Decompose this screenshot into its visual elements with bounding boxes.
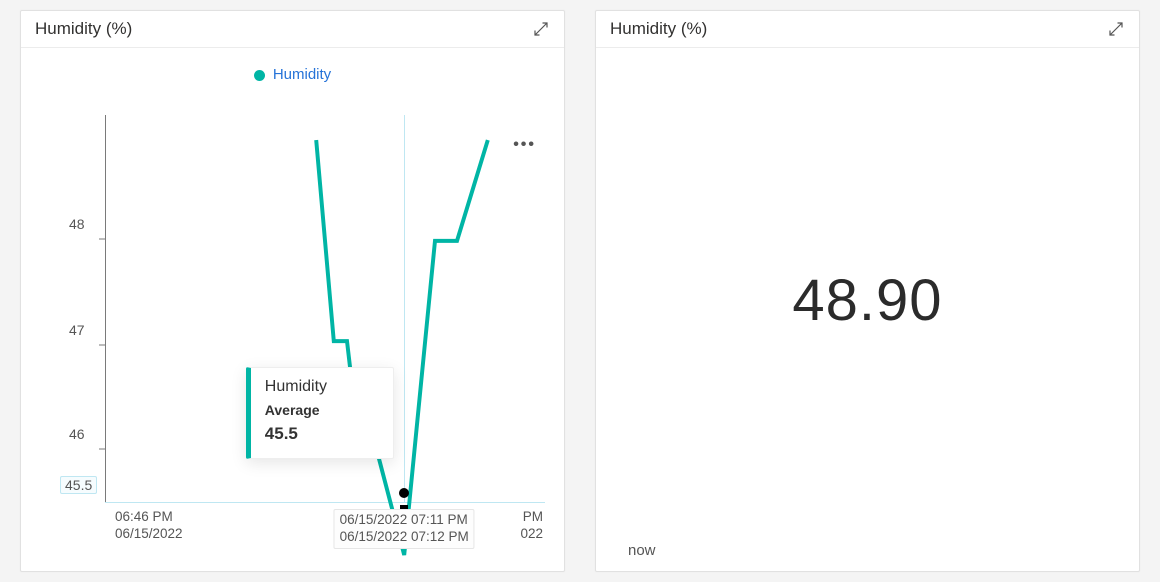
chart-tooltip: Humidity Average 45.5	[246, 367, 394, 459]
plot-area: 46 47 48 45.5	[105, 135, 545, 503]
x-axis-hover-label: 06/15/2022 07:11 PM 06/15/2022 07:12 PM	[334, 509, 475, 549]
legend-dot-icon	[254, 70, 265, 81]
kpi-value: 48.90	[792, 267, 942, 334]
y-tick-label: 46	[69, 426, 85, 442]
expand-icon[interactable]	[1107, 20, 1125, 38]
x-axis-end-fragment: PM 022	[520, 509, 543, 543]
tooltip-metric-label: Average	[265, 402, 375, 418]
series-line	[105, 115, 545, 555]
humidity-kpi-card: Humidity (%) 48.90 now	[595, 10, 1140, 572]
humidity-chart-card: Humidity (%) Humidity ••• 46 47	[20, 10, 565, 572]
legend-series-name: Humidity	[273, 66, 331, 83]
card-title: Humidity (%)	[610, 19, 707, 39]
expand-icon[interactable]	[532, 20, 550, 38]
x-start-time: 06:46 PM	[115, 509, 183, 526]
card-header: Humidity (%)	[21, 11, 564, 48]
kpi-card-body: 48.90 now	[596, 48, 1139, 571]
x-end-frag1: PM	[520, 509, 543, 526]
x-hover-line2: 06/15/2022 07:12 PM	[340, 529, 469, 546]
x-end-frag2: 022	[520, 526, 543, 543]
x-axis-start-label: 06:46 PM 06/15/2022	[115, 509, 183, 543]
tooltip-value: 45.5	[265, 424, 375, 444]
y-hover-marker: 45.5	[60, 476, 97, 494]
hover-point-marker	[399, 488, 409, 498]
y-tick-label: 48	[69, 216, 85, 232]
chart-card-body: Humidity ••• 46 47 48 45.5	[21, 48, 564, 571]
chart-legend[interactable]: Humidity	[35, 66, 550, 83]
x-hover-line1: 06/15/2022 07:11 PM	[340, 512, 469, 529]
kpi-value-wrap: 48.90	[610, 58, 1125, 542]
chart-plot-region[interactable]: 46 47 48 45.5	[35, 135, 550, 563]
card-title: Humidity (%)	[35, 19, 132, 39]
kpi-time-label: now	[610, 542, 1125, 563]
y-tick-label: 47	[69, 322, 85, 338]
tooltip-series-name: Humidity	[265, 378, 375, 396]
card-header: Humidity (%)	[596, 11, 1139, 48]
x-start-date: 06/15/2022	[115, 526, 183, 543]
